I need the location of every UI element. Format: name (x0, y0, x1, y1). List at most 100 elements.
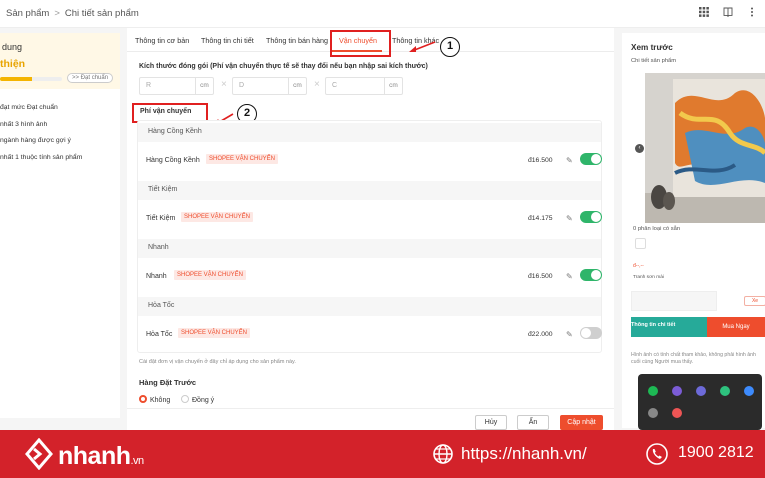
buy-now-button[interactable]: Mua Ngay (707, 317, 765, 337)
quality-checklist: đạt mức Đạt chuẩn nhất 3 hình ảnh ngành … (0, 100, 82, 166)
group-header-label: Hỏa Tốc (148, 302, 175, 309)
hotline-number[interactable]: 1900 2812 (678, 444, 754, 462)
preview-title: Xem trước (631, 43, 673, 52)
preview-subtitle: Chi tiết sản phẩm (631, 58, 677, 64)
breadcrumb-current: Chi tiết sản phẩm (64, 8, 139, 19)
tab-detail-info[interactable]: Thông tin chi tiết (201, 36, 254, 45)
annotation-highlight-tab (330, 30, 391, 57)
phone-icon (646, 443, 668, 465)
system-tray-popup (638, 374, 762, 430)
nhanh-logo-icon (25, 438, 53, 470)
shipping-group-header: Tiết Kiệm (138, 181, 601, 200)
top-icons (699, 7, 757, 17)
shipping-methods-table: Hàng Cồng Kềnh Hàng Cồng Kềnh SHOPEE VẬN… (137, 120, 602, 353)
standard-chip: >> Đạt chuẩn (67, 73, 114, 83)
times-icon: × (221, 79, 227, 90)
cloud-icon[interactable] (744, 386, 754, 396)
annotation-marker-1: 1 (440, 37, 460, 57)
checklist-item: nhất 3 hình ảnh (0, 120, 48, 128)
height-unit: cm (384, 78, 402, 94)
length-unit: cm (195, 78, 213, 94)
radio-label: Không (150, 397, 171, 404)
radio-label: Đồng ý (192, 397, 215, 404)
variant-thumb-icon (635, 238, 646, 249)
shipping-group-header: Nhanh (138, 239, 601, 258)
group-header-label: Hàng Cồng Kềnh (148, 128, 202, 135)
quality-title: dung (2, 42, 23, 52)
length-input[interactable]: Rcm (139, 77, 214, 95)
shipping-toggle[interactable] (580, 211, 602, 223)
preorder-label: Hàng Đặt Trước (139, 378, 197, 387)
checklist-item: nhất 1 thuộc tính sản phẩm (0, 153, 83, 161)
preview-bar-label: Thông tin chi tiết (631, 322, 676, 328)
shipping-method-name: Hàng Cồng Kềnh (146, 157, 200, 164)
breadcrumb-parent[interactable]: Sản phẩm (6, 8, 49, 19)
breadcrumb: Sản phẩm > Chi tiết sản phẩm (6, 8, 139, 19)
shipping-row: Hàng Cồng Kềnh SHOPEE VẬN CHUYỂN đ16.500… (138, 143, 602, 181)
preview-chip: Xe (744, 296, 765, 306)
top-bar: Sản phẩm > Chi tiết sản phẩm (0, 0, 765, 28)
checklist-item: đạt mức Đạt chuẩn (0, 104, 58, 111)
link-icon[interactable] (648, 408, 658, 418)
shield-icon[interactable] (720, 386, 730, 396)
shipping-row: Nhanh SHOPEE VẬN CHUYỂN đ16.500 ✎ (138, 259, 602, 297)
quality-status: thiện (0, 58, 26, 70)
update-button[interactable]: Cập nhật (560, 415, 603, 430)
brand-name-suffix: .vn (130, 455, 145, 467)
quality-progress-bar (0, 77, 62, 81)
shipping-group-header: Hỏa Tốc (138, 297, 601, 316)
brand-name-main: nhanh (58, 442, 131, 470)
shipping-method-name: Tiết Kiệm (146, 215, 176, 222)
preview-footnote: Hình ảnh có tính chất tham khảo, không p… (631, 352, 756, 365)
preorder-radio-yes[interactable]: Đồng ý (181, 395, 214, 404)
shipping-row: Hỏa Tốc SHOPEE VẬN CHUYỂN đ22.000 ✎ (138, 317, 602, 355)
variant-count: 0 phân loại có sẵn (633, 226, 681, 232)
app-icon[interactable] (672, 386, 682, 396)
cancel-button[interactable]: Hủy (475, 415, 507, 430)
annotation-arrow-icon (409, 41, 436, 52)
edit-pencil-icon[interactable]: ✎ (566, 156, 573, 165)
shipping-price: đ22.000 (528, 331, 553, 338)
edit-pencil-icon[interactable]: ✎ (566, 330, 573, 339)
quality-progress-fill (0, 77, 33, 81)
shipping-toggle[interactable] (580, 269, 602, 281)
tab-basic-info[interactable]: Thông tin cơ bản (135, 36, 189, 45)
mail-icon[interactable] (672, 408, 682, 418)
product-image (645, 73, 765, 223)
height-input[interactable]: Ccm (325, 77, 403, 95)
standard-chip-label: Đạt chuẩn (80, 75, 109, 81)
book-icon[interactable] (723, 7, 733, 17)
group-header-label: Nhanh (148, 244, 169, 251)
shipping-price: đ14.175 (528, 215, 553, 222)
times-icon: × (314, 79, 320, 90)
tab-sales-info[interactable]: Thông tin bán hàng (266, 36, 328, 45)
shipping-toggle[interactable] (580, 327, 602, 339)
shipping-row: Tiết Kiệm SHOPEE VẬN CHUYỂN đ14.175 ✎ (138, 201, 602, 239)
shipping-group-header: Hàng Cồng Kềnh (138, 123, 601, 142)
edit-pencil-icon[interactable]: ✎ (566, 214, 573, 223)
shipping-toggle[interactable] (580, 153, 602, 165)
shipping-provider-tag: SHOPEE VẬN CHUYỂN (206, 154, 279, 164)
hide-button[interactable]: Ẩn (517, 415, 549, 430)
shipping-price: đ16.500 (528, 157, 553, 164)
shipping-method-name: Nhanh (146, 273, 167, 280)
website-url[interactable]: https://nhanh.vn/ (461, 444, 587, 464)
width-input[interactable]: Dcm (232, 77, 307, 95)
shipping-note: Cài đặt đơn vị vận chuyển ở đây chỉ áp d… (139, 359, 296, 365)
shipping-method-name: Hỏa Tốc (146, 331, 173, 338)
preview-input-box (631, 291, 717, 311)
feather-icon[interactable] (696, 386, 706, 396)
preorder-radio-no[interactable]: Không (139, 395, 170, 404)
width-placeholder: D (239, 82, 245, 89)
product-edit-form: Thông tin cơ bản Thông tin chi tiết Thôn… (127, 28, 614, 434)
chevron-right-icon: > (54, 8, 60, 19)
shipping-provider-tag: SHOPEE VẬN CHUYỂN (174, 270, 247, 280)
package-size-label: Kích thước đóng gói (Phí vận chuyển thực… (139, 63, 428, 70)
more-vertical-icon[interactable] (747, 7, 757, 17)
height-placeholder: C (332, 82, 338, 89)
spotify-icon[interactable] (648, 386, 658, 396)
apps-grid-icon[interactable] (699, 7, 709, 17)
chevron-left-icon[interactable]: ‹ (635, 144, 644, 153)
edit-pencil-icon[interactable]: ✎ (566, 272, 573, 281)
globe-icon (433, 444, 453, 464)
